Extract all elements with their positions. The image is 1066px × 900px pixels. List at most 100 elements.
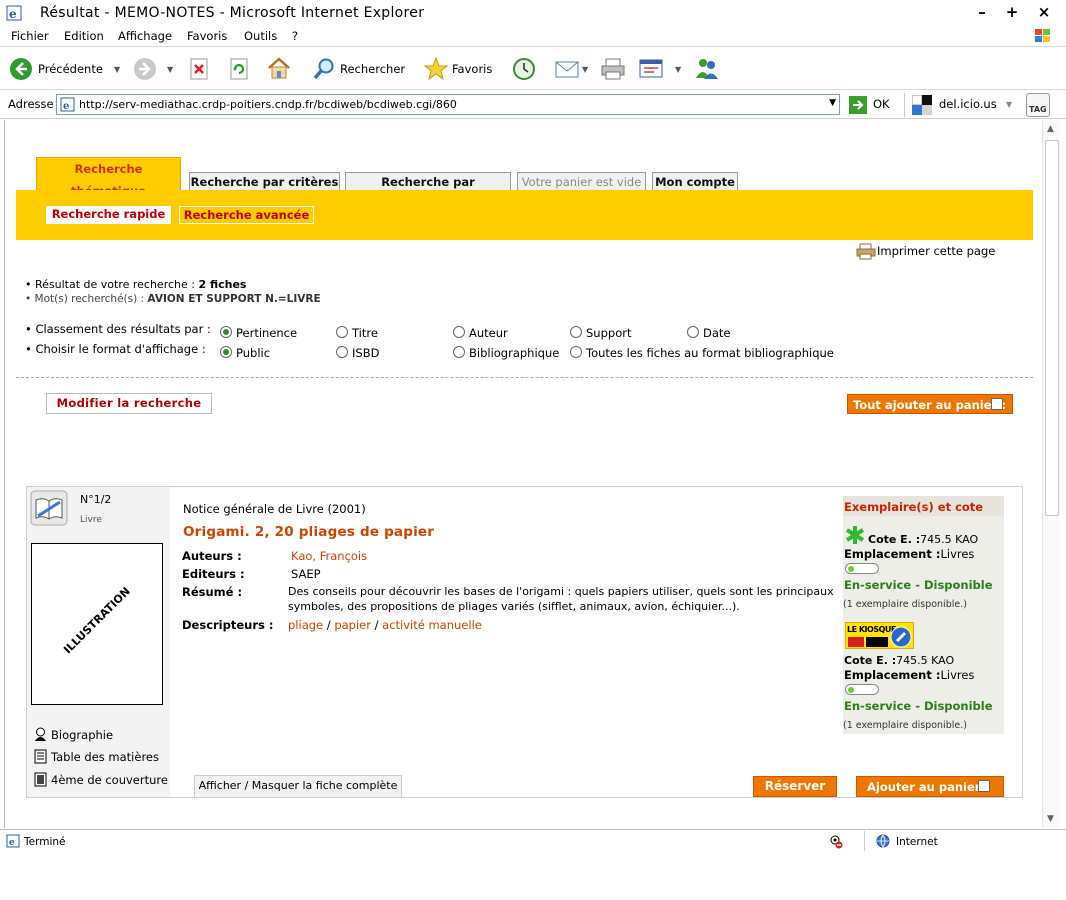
copy2-available: (1 exemplaire disponible.) [843, 720, 967, 731]
format-option-bibliographique[interactable]: Bibliographique [469, 346, 559, 360]
edit-dropdown-icon[interactable]: ▼ [675, 65, 681, 74]
privacy-icon[interactable] [828, 834, 844, 849]
history-icon[interactable] [512, 57, 536, 81]
toggle-full-record-button[interactable]: Afficher / Masquer la fiche complète [194, 775, 402, 797]
vertical-scrollbar[interactable]: ▲ ▼ [1042, 120, 1060, 828]
search-icon[interactable] [312, 57, 336, 81]
back-dropdown-icon[interactable]: ▼ [114, 65, 120, 74]
descriptor-link[interactable]: papier [334, 618, 371, 632]
add-all-checkbox[interactable] [991, 398, 1003, 410]
menu-favoris[interactable]: Favoris [187, 29, 227, 43]
favorites-star-icon[interactable] [423, 56, 449, 82]
search-label[interactable]: Rechercher [340, 62, 405, 76]
scroll-up-icon[interactable]: ▲ [1047, 124, 1054, 134]
add-to-cart-checkbox[interactable] [978, 780, 990, 792]
delicious-label[interactable]: del.icio.us [939, 97, 997, 111]
favorites-label[interactable]: Favoris [452, 62, 492, 76]
forward-button[interactable] [133, 57, 157, 81]
home-icon[interactable] [266, 56, 292, 80]
messenger-icon[interactable] [694, 56, 720, 80]
menu-affichage[interactable]: Affichage [118, 29, 172, 43]
descriptor-link[interactable]: activité manuelle [382, 618, 482, 632]
maximize-button[interactable]: + [1002, 3, 1022, 21]
close-button[interactable]: × [1034, 3, 1054, 21]
record-sidebar: N°1/2 Livre ILLUSTRATION Biographie Tabl… [27, 487, 170, 797]
back-label[interactable]: Précédente [38, 62, 103, 76]
edit-icon[interactable] [639, 58, 665, 80]
sort-option-date[interactable]: Date [703, 326, 731, 340]
address-input[interactable]: e http://serv-mediathac.crdp-poitiers.cn… [56, 94, 840, 115]
tab-recherche-thesaurus[interactable]: Recherche par Thésaurus [345, 172, 511, 208]
subtab-recherche-rapide[interactable]: Recherche rapide [46, 206, 171, 224]
tag-label: TAG [1029, 105, 1047, 114]
sort-option-support[interactable]: Support [586, 326, 631, 340]
editors-label: Editeurs : [182, 567, 245, 581]
forward-dropdown-icon[interactable]: ▼ [167, 65, 173, 74]
sort-radio-titre[interactable] [336, 326, 348, 338]
stop-icon[interactable] [188, 58, 210, 80]
go-button[interactable]: OK [873, 97, 890, 111]
sort-label: • Classement des résultats par : [25, 322, 211, 336]
format-radio-toutes[interactable] [570, 346, 582, 358]
descriptor-link[interactable]: pliage [288, 618, 323, 632]
refresh-icon[interactable] [228, 58, 250, 80]
modify-search-button[interactable]: Modifier la recherche [46, 393, 212, 414]
subtab-recherche-avancee[interactable]: Recherche avancée [179, 206, 314, 224]
mail-dropdown-icon[interactable]: ▼ [582, 65, 588, 74]
record-card: N°1/2 Livre ILLUSTRATION Biographie Tabl… [26, 486, 1023, 798]
tag-button[interactable]: TAG [1026, 93, 1050, 117]
print-icon[interactable] [600, 58, 626, 80]
format-radio-isbd[interactable] [336, 346, 348, 358]
back-arrow-icon [10, 58, 32, 80]
format-option-toutes[interactable]: Toutes les fiches au format bibliographi… [586, 346, 834, 360]
record-title[interactable]: Origami. 2, 20 pliages de papier [183, 524, 434, 540]
format-option-isbd[interactable]: ISBD [352, 346, 379, 360]
print-page-link[interactable]: Imprimer cette page [877, 244, 995, 258]
back-button[interactable] [9, 57, 33, 81]
copy2-status: En-service - Disponible [844, 699, 993, 713]
kiosque-logo-black [866, 637, 888, 647]
internet-zone-label: Internet [896, 836, 938, 848]
format-option-public[interactable]: Public [236, 346, 270, 360]
menu-help[interactable]: ? [292, 29, 298, 43]
add-all-to-cart-button[interactable]: Tout ajouter au panier : [847, 394, 1013, 414]
menu-edition[interactable]: Edition [64, 29, 104, 43]
go-arrow-icon[interactable] [849, 96, 867, 114]
format-radio-bibliographique[interactable] [453, 346, 465, 358]
result-prefix: • Résultat de votre recherche : [25, 278, 199, 291]
sort-radio-auteur[interactable] [453, 326, 465, 338]
mail-icon[interactable] [555, 59, 581, 79]
tab-recherche-thematique[interactable]: Recherche thématique [36, 157, 181, 198]
biography-link[interactable]: Biographie [51, 728, 113, 742]
menu-fichier[interactable]: Fichier [11, 29, 49, 43]
illustration-placeholder: ILLUSTRATION [31, 543, 163, 705]
biography-icon [35, 727, 46, 741]
add-all-label: Tout ajouter au panier : [853, 398, 1006, 412]
reserve-button[interactable]: Réserver [753, 776, 837, 797]
sort-option-auteur[interactable]: Auteur [469, 326, 508, 340]
copy1-cote-label: Cote E. : [868, 533, 921, 546]
sort-radio-date[interactable] [687, 326, 699, 338]
format-radio-public[interactable] [220, 346, 232, 358]
delicious-icon[interactable] [912, 95, 932, 115]
scroll-down-icon[interactable]: ▼ [1047, 814, 1054, 824]
sort-option-pertinence[interactable]: Pertinence [236, 326, 297, 340]
table-of-contents-link[interactable]: Table des matières [51, 750, 159, 764]
sort-option-titre[interactable]: Titre [352, 326, 378, 340]
address-dropdown-icon[interactable]: ▼ [829, 98, 836, 108]
print-page-icon[interactable] [856, 243, 876, 260]
copy2-cote-label: Cote E. : [844, 654, 897, 667]
menu-outils[interactable]: Outils [244, 29, 277, 43]
sort-radio-support[interactable] [570, 326, 582, 338]
add-to-cart-button[interactable]: Ajouter au panier : [856, 776, 1004, 797]
sort-radio-pertinence[interactable] [220, 326, 232, 338]
search-words-prefix: • Mot(s) recherché(s) : [25, 293, 148, 305]
tab-recherche-criteres[interactable]: Recherche par critères [189, 172, 340, 192]
authors-link[interactable]: Kao, François [291, 549, 367, 563]
delicious-dropdown-icon[interactable]: ▼ [1006, 100, 1012, 109]
tab-panier: Votre panier est vide [517, 172, 646, 192]
tab-mon-compte[interactable]: Mon compte [652, 172, 738, 192]
minimize-button[interactable]: – [972, 3, 992, 21]
scrollbar-thumb[interactable] [1045, 140, 1059, 516]
back-cover-link[interactable]: 4ème de couverture [51, 773, 168, 787]
